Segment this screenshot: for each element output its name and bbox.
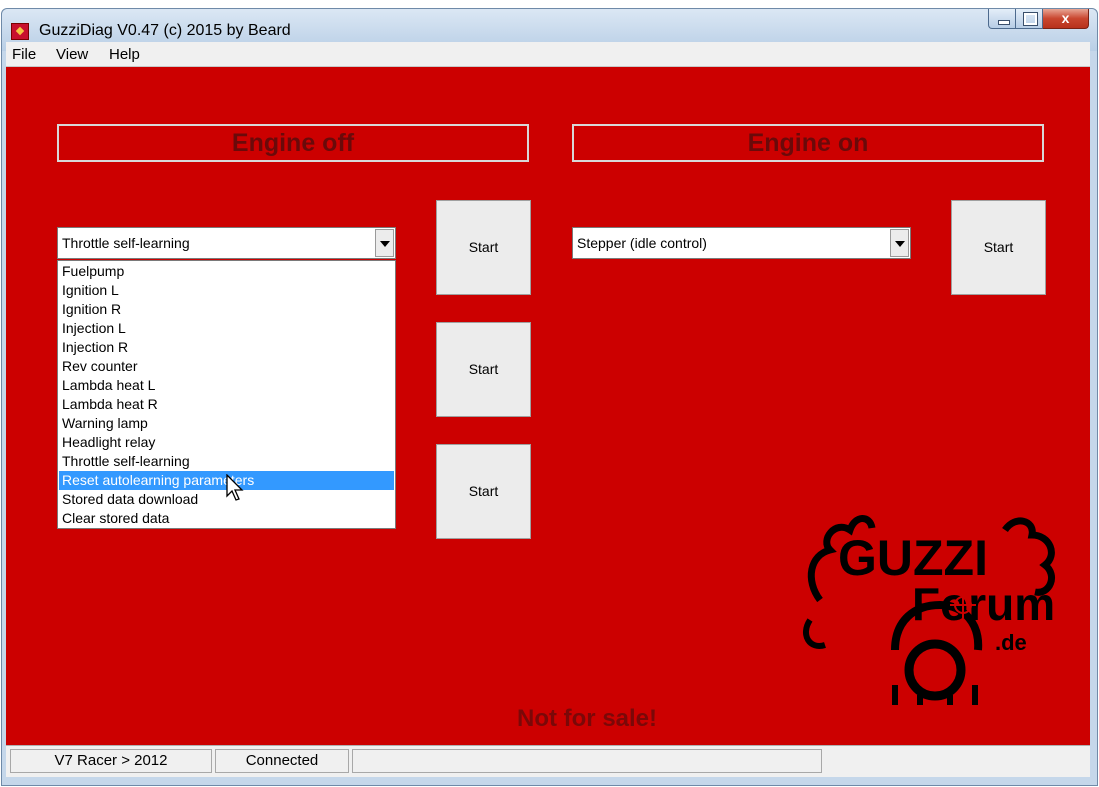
dropdown-option[interactable]: Fuelpump (59, 262, 394, 281)
menu-view[interactable]: View (56, 46, 88, 63)
engine-off-heading: Engine off (57, 124, 529, 162)
engine-off-start-button-1[interactable]: Start (436, 200, 531, 295)
window-title: GuzziDiag V0.47 (c) 2015 by Beard (39, 22, 291, 39)
dropdown-option[interactable]: Lambda heat R (59, 395, 394, 414)
dropdown-option[interactable]: Lambda heat L (59, 376, 394, 395)
engine-on-start-button[interactable]: Start (951, 200, 1046, 295)
menu-bar: File View Help (6, 42, 1090, 67)
logo-text-forum: Forum (912, 578, 1055, 630)
engine-on-select-value: Stepper (idle control) (577, 235, 707, 251)
engine-off-select-value: Throttle self-learning (62, 235, 190, 251)
status-connection: Connected (215, 749, 349, 773)
chevron-down-icon[interactable] (375, 229, 394, 257)
status-empty-panel (352, 749, 822, 773)
close-icon: x (1061, 10, 1070, 26)
dropdown-option[interactable]: Clear stored data (59, 509, 394, 528)
close-button[interactable]: x (1043, 9, 1089, 29)
engine-on-select[interactable]: Stepper (idle control) (572, 227, 911, 259)
chevron-down-icon[interactable] (890, 229, 909, 257)
menu-help[interactable]: Help (109, 46, 140, 63)
mouse-pointer-icon (226, 474, 244, 501)
engine-off-start-button-2[interactable]: Start (436, 322, 531, 417)
dropdown-option[interactable]: Ignition L (59, 281, 394, 300)
guzzi-forum-logo: GUZZI Forum .de (803, 515, 1055, 705)
minimize-button[interactable] (988, 9, 1016, 29)
engine-off-select[interactable]: Throttle self-learning (57, 227, 396, 259)
menu-file[interactable]: File (12, 46, 36, 63)
status-model: V7 Racer > 2012 (10, 749, 212, 773)
dropdown-option[interactable]: Throttle self-learning (59, 452, 394, 471)
dropdown-option[interactable]: Injection R (59, 338, 394, 357)
dropdown-option[interactable]: Warning lamp (59, 414, 394, 433)
engine-off-start-button-3[interactable]: Start (436, 444, 531, 539)
not-for-sale-text: Not for sale! (517, 705, 658, 732)
dropdown-option[interactable]: Headlight relay (59, 433, 394, 452)
logo-text-de: .de (995, 630, 1027, 655)
engine-on-heading: Engine on (572, 124, 1044, 162)
dropdown-option[interactable]: Rev counter (59, 357, 394, 376)
status-bar: V7 Racer > 2012 Connected (6, 745, 1090, 777)
window-controls: x (988, 9, 1089, 29)
app-icon[interactable] (11, 23, 29, 40)
dropdown-option[interactable]: Ignition R (59, 300, 394, 319)
maximize-button[interactable] (1016, 9, 1043, 29)
dropdown-option[interactable]: Injection L (59, 319, 394, 338)
